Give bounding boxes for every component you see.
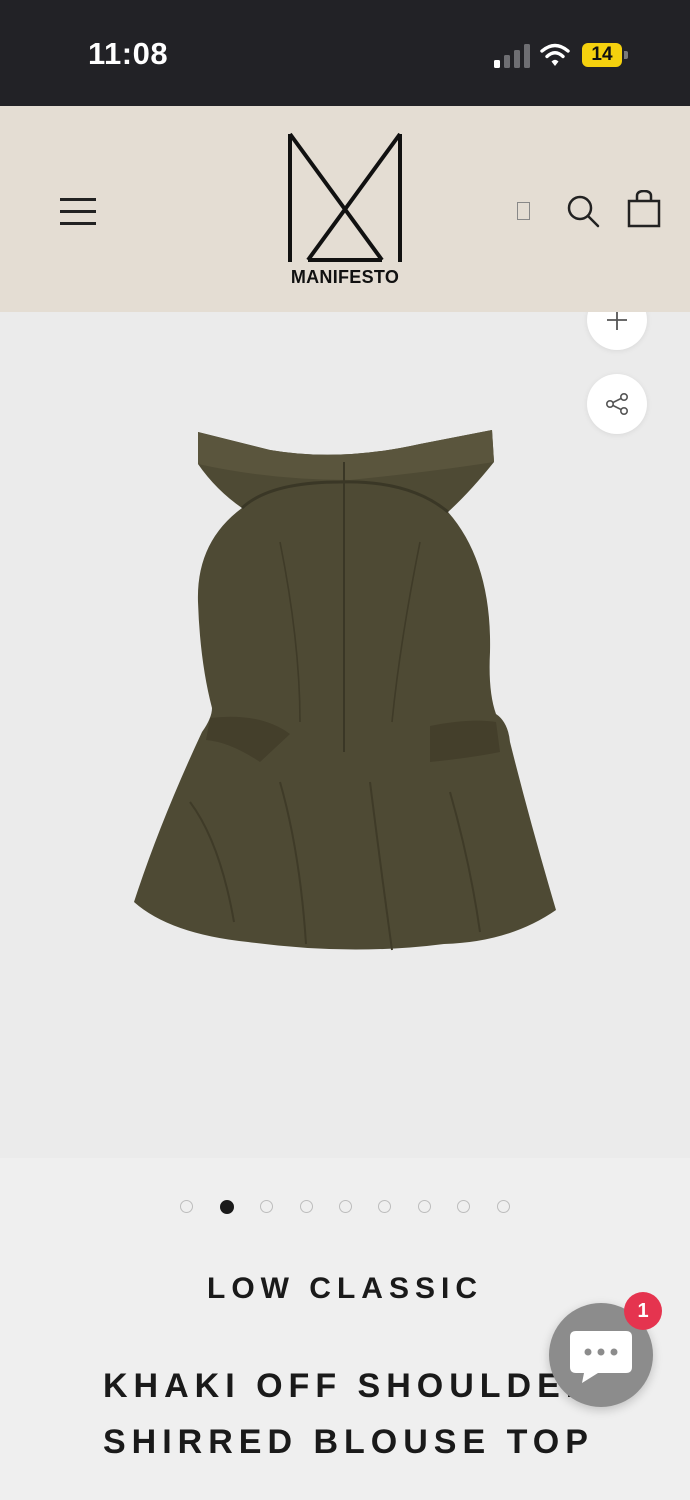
pagination-dot[interactable] <box>180 1200 194 1214</box>
pagination-dot-active[interactable] <box>219 1199 234 1214</box>
logo-mark <box>288 132 402 262</box>
share-button[interactable] <box>587 374 647 434</box>
status-bar: 11:08 14 <box>0 0 690 106</box>
site-header: MANIFESTO <box>0 106 690 312</box>
cellular-signal-icon <box>494 44 530 68</box>
zoom-button[interactable] <box>587 312 647 350</box>
status-time: 11:08 <box>88 36 169 71</box>
pagination-dot[interactable] <box>299 1200 313 1214</box>
pagination-dot[interactable] <box>260 1200 274 1214</box>
product-title: KHAKI OFF SHOULDER SHIRRED BLOUSE TOP <box>103 1367 597 1461</box>
battery-indicator: 14 <box>582 43 622 67</box>
search-icon[interactable] <box>566 194 600 228</box>
pagination-dot[interactable] <box>339 1200 352 1214</box>
battery-nub <box>624 51 628 59</box>
plus-icon <box>607 312 627 330</box>
logo-wordmark: MANIFESTO <box>290 267 400 287</box>
chat-bubble-icon <box>570 1331 632 1383</box>
pagination-dot[interactable] <box>457 1200 471 1214</box>
wifi-icon <box>540 43 570 66</box>
missing-glyph-icon[interactable] <box>517 202 530 220</box>
gallery-pagination <box>0 1198 690 1218</box>
product-gallery[interactable] <box>0 312 690 1158</box>
pagination-dot[interactable] <box>417 1200 431 1214</box>
pagination-dot[interactable] <box>496 1200 510 1214</box>
product-brand[interactable]: LOW CLASSIC <box>0 1272 690 1306</box>
share-icon <box>605 392 629 416</box>
product-image[interactable] <box>130 422 560 962</box>
hamburger-menu-icon[interactable] <box>60 198 98 226</box>
pagination-dot[interactable] <box>378 1200 392 1214</box>
chat-notification-badge: 1 <box>624 1292 662 1330</box>
manifesto-logo[interactable]: MANIFESTO <box>272 130 418 290</box>
shopping-bag-icon[interactable] <box>627 190 661 228</box>
